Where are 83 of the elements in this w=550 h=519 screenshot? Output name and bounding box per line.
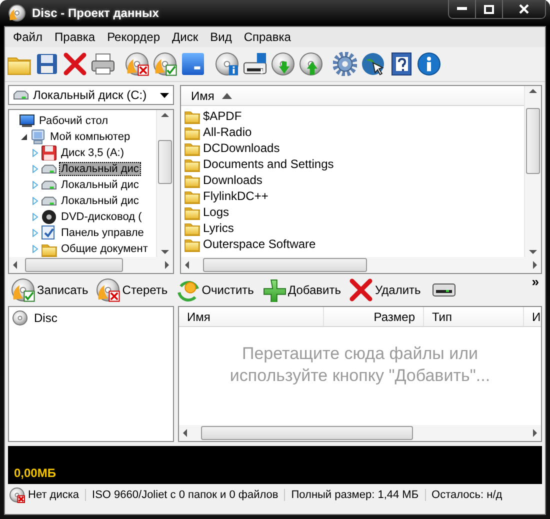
collapse-arrow-icon[interactable] xyxy=(20,133,28,141)
maximize-button[interactable] xyxy=(475,0,502,18)
printer-icon[interactable] xyxy=(91,52,115,76)
scrollbar[interactable] xyxy=(156,110,173,257)
computer-icon xyxy=(30,129,46,145)
control-panel-icon xyxy=(41,225,57,241)
action-button[interactable]: Добавить xyxy=(258,276,344,304)
file-item[interactable]: $APDF xyxy=(203,109,242,123)
action-button[interactable]: Записать xyxy=(8,276,92,304)
tree-item[interactable]: Disc xyxy=(34,311,58,325)
drive-dropdown[interactable]: Локальный диск (C:) xyxy=(8,85,174,105)
tree-item[interactable]: Панель управле xyxy=(59,226,146,240)
menu-item[interactable]: Рекордер xyxy=(101,28,166,46)
disc-icon xyxy=(12,310,28,326)
status-text: ISO 9660/Joliet с 0 папок и 0 файлов xyxy=(92,489,278,501)
file-item[interactable]: Outerspace Software xyxy=(203,237,316,251)
scrollbar[interactable] xyxy=(9,257,173,273)
plus-icon xyxy=(262,278,286,302)
info-icon[interactable] xyxy=(417,52,441,76)
minimize-window-icon[interactable] xyxy=(181,52,205,76)
tree-item[interactable]: DVD-дисковод ( xyxy=(59,210,144,224)
close-icon xyxy=(519,4,529,14)
refresh-sun-icon xyxy=(176,278,200,302)
file-item[interactable]: Documents and Settings xyxy=(203,157,334,171)
disc-app-icon xyxy=(8,4,26,22)
scrollbar[interactable] xyxy=(179,425,541,441)
minimize-button[interactable] xyxy=(449,0,475,18)
menu-item[interactable]: Справка xyxy=(238,28,297,46)
disc-up-icon[interactable] xyxy=(299,52,323,76)
floppy-icon xyxy=(41,145,57,161)
size-label: 0,00МБ xyxy=(14,466,56,480)
menu-item[interactable]: Файл xyxy=(7,28,49,46)
tree-item[interactable]: Мой компьютер xyxy=(48,130,132,144)
disc-remove-icon[interactable] xyxy=(125,52,149,76)
disc-check-icon[interactable] xyxy=(153,52,177,76)
status-text: Полный размер: 1,44 МБ xyxy=(291,489,419,501)
column-header[interactable]: Имя xyxy=(179,307,324,326)
column-header[interactable]: И xyxy=(524,307,541,326)
file-item[interactable]: Downloads xyxy=(203,173,262,187)
file-item[interactable]: All-Radio xyxy=(203,125,252,139)
maximize-icon xyxy=(484,4,494,14)
menu-item[interactable]: Диск xyxy=(166,28,204,46)
action-button[interactable]: Очистить xyxy=(172,276,257,304)
scrollbar[interactable] xyxy=(181,257,541,273)
window-title: Disc - Проект данных xyxy=(32,6,159,20)
save-icon[interactable] xyxy=(35,52,59,76)
delete-icon[interactable] xyxy=(63,52,87,76)
file-item[interactable]: FlylinkDC++ xyxy=(203,189,268,203)
tree-item[interactable]: Локальный дис xyxy=(59,178,141,192)
tree-item[interactable]: Диск 3,5 (A:) xyxy=(59,146,126,160)
desktop-icon xyxy=(19,113,35,129)
disc-remove-icon xyxy=(96,278,120,302)
empty-list-hint: Перетащите сюда файлы или используйте кнопку "Добавить"... xyxy=(228,343,492,387)
close-button[interactable] xyxy=(502,0,545,18)
menu-item[interactable]: Правка xyxy=(48,28,102,46)
dropdown-arrow-icon xyxy=(160,92,169,98)
disc-drive-icon xyxy=(41,209,57,225)
disc-error-icon xyxy=(9,487,25,503)
scrollbar[interactable] xyxy=(524,86,541,257)
tree-item[interactable]: Локальный дис xyxy=(59,162,141,176)
status-text: Осталось: н/д xyxy=(432,489,502,501)
tree-item[interactable]: Рабочий стол xyxy=(37,114,110,128)
disc-info-icon[interactable] xyxy=(215,52,239,76)
minimize-icon xyxy=(457,7,467,11)
disc-down-icon[interactable] xyxy=(271,52,295,76)
tree-item[interactable]: Общие документ xyxy=(59,242,150,256)
column-header[interactable]: Имя xyxy=(181,86,524,105)
settings-icon[interactable] xyxy=(333,52,357,76)
tree-item[interactable]: Локальный дис xyxy=(59,194,141,208)
status-text: Нет диска xyxy=(28,489,80,501)
globe-cursor-icon[interactable] xyxy=(361,52,385,76)
toolbar-overflow-button[interactable]: » xyxy=(532,274,539,289)
delete-icon xyxy=(348,278,373,302)
disc-check-icon xyxy=(11,278,35,302)
action-button[interactable]: Удалить xyxy=(346,276,424,304)
file-item[interactable]: Lyrics xyxy=(203,221,234,235)
file-item[interactable]: DCDownloads xyxy=(203,141,280,155)
action-button[interactable]: Стереть xyxy=(93,276,171,304)
help-book-icon[interactable] xyxy=(389,52,413,76)
column-header[interactable]: Тип xyxy=(424,307,524,326)
menu-item[interactable]: Вид xyxy=(204,28,238,46)
file-item[interactable]: Logs xyxy=(203,205,230,219)
column-header[interactable]: Размер xyxy=(324,307,424,326)
